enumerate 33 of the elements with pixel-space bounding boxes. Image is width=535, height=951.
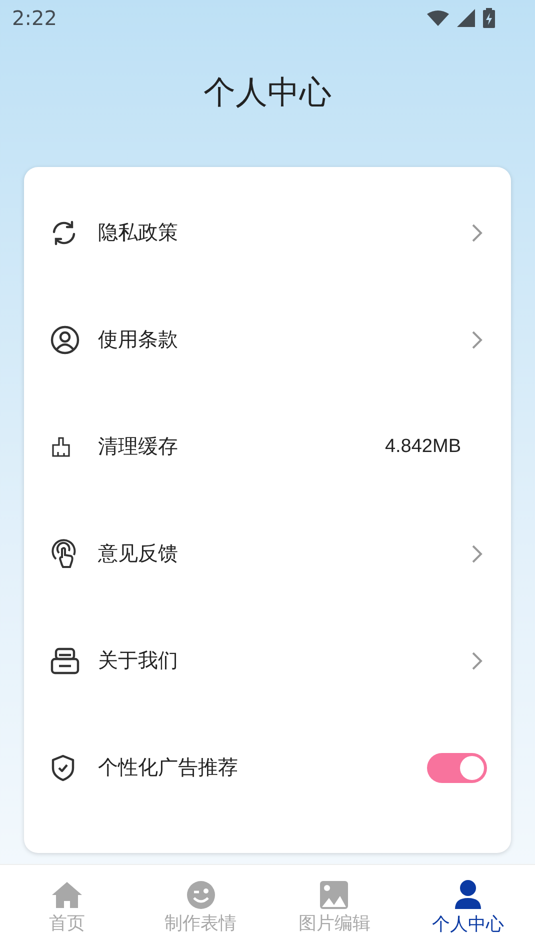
menu-label: 关于我们 <box>98 647 179 674</box>
toggle-switch[interactable] <box>427 752 487 782</box>
cache-size: 4.842MB <box>384 436 461 458</box>
person-icon <box>454 880 482 910</box>
home-icon <box>50 881 83 909</box>
refresh-icon <box>50 218 78 246</box>
menu-label: 使用条款 <box>98 326 179 353</box>
status-time: 2:22 <box>12 6 57 30</box>
wifi-icon <box>427 10 449 26</box>
chevron-right-icon <box>471 330 483 350</box>
chevron-right-icon <box>471 650 483 670</box>
chevron-right-icon <box>471 544 483 564</box>
menu-item[interactable]: 个性化广告推荐 <box>24 714 511 821</box>
menu-item[interactable]: 关于我们 <box>24 607 511 714</box>
image-icon <box>320 881 348 909</box>
signal-icon <box>457 9 475 27</box>
menu-label: 清理缓存 <box>98 433 179 460</box>
menu-label: 隐私政策 <box>98 219 179 246</box>
user-icon <box>50 324 80 354</box>
nav-tab[interactable]: 个人中心 <box>401 865 535 951</box>
smiley-icon <box>186 881 215 909</box>
chevron-right-icon <box>471 222 483 242</box>
menu-label: 个性化广告推荐 <box>98 754 239 781</box>
shield-icon <box>50 754 76 782</box>
menu-label: 意见反馈 <box>98 540 179 567</box>
touch-icon <box>50 538 78 568</box>
menu-item[interactable]: 隐私政策 <box>24 179 511 286</box>
menu-item[interactable]: 意见反馈 <box>24 500 511 607</box>
menu-item[interactable]: 清理缓存 4.842MB <box>24 393 511 500</box>
menu-item[interactable]: 使用条款 <box>24 286 511 393</box>
battery-icon <box>483 8 495 28</box>
printer-icon <box>50 646 80 674</box>
page-title: 个人中心 <box>202 72 332 112</box>
